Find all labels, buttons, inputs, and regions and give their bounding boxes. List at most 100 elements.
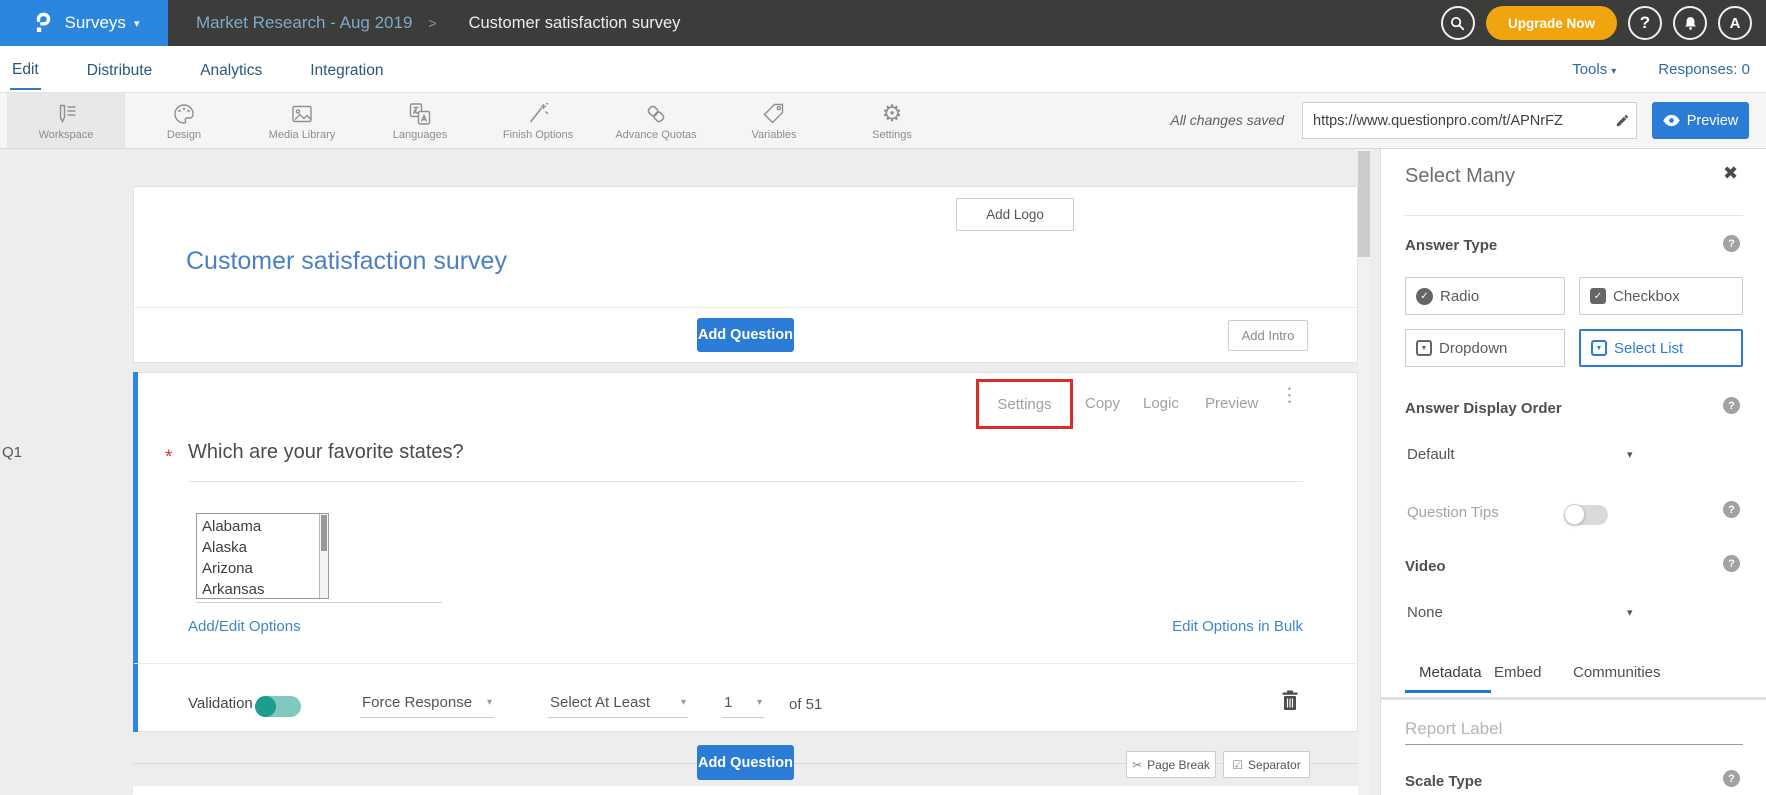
toolbar-items: Workspace Design Media Library	[7, 93, 951, 148]
list-scrollbar-thumb[interactable]	[321, 515, 327, 551]
help-icon[interactable]: ?	[1723, 397, 1740, 414]
panel-tab-metadata[interactable]: Metadata	[1419, 664, 1482, 681]
page-break-button[interactable]: ✂ Page Break	[1126, 751, 1216, 778]
upgrade-now-button[interactable]: Upgrade Now	[1486, 6, 1617, 40]
answer-type-checkbox[interactable]: ✓ Checkbox	[1579, 277, 1743, 315]
edit-url-button[interactable]	[1608, 113, 1636, 128]
add-question-button-top[interactable]: Add Question	[697, 318, 794, 352]
question-tips-toggle[interactable]	[1564, 505, 1608, 525]
chevron-down-icon: ▾	[134, 17, 140, 30]
help-icon[interactable]: ?	[1723, 555, 1740, 572]
list-item[interactable]: Alaska	[202, 537, 328, 558]
question-settings-action[interactable]: Settings	[997, 396, 1051, 413]
answer-type-dropdown[interactable]: ▼ Dropdown	[1405, 329, 1565, 367]
survey-title[interactable]: Customer satisfaction survey	[186, 247, 507, 276]
checkbox-icon: ☑	[1232, 758, 1243, 772]
toolbar-design[interactable]: Design	[125, 93, 243, 148]
chevron-down-icon[interactable]: ▾	[1627, 448, 1633, 461]
toolbar-variables[interactable]: Variables	[715, 93, 833, 148]
toolbar-advance-quotas[interactable]: Advance Quotas	[597, 93, 715, 148]
add-logo-button[interactable]: Add Logo	[956, 198, 1074, 231]
close-icon[interactable]: ✖	[1723, 163, 1738, 184]
answer-select-list[interactable]: Alabama Alaska Arizona Arkansas	[196, 513, 329, 599]
add-intro-button[interactable]: Add Intro	[1228, 320, 1308, 351]
display-order-select[interactable]: Default	[1407, 446, 1455, 463]
search-button[interactable]	[1441, 6, 1475, 40]
main-scrollbar-thumb[interactable]	[1358, 151, 1370, 257]
panel-tab-embed[interactable]: Embed	[1494, 664, 1542, 681]
tab-edit[interactable]: Edit	[10, 48, 41, 90]
tab-analytics[interactable]: Analytics	[198, 49, 264, 89]
required-marker: *	[165, 447, 172, 469]
answer-type-label-text: Radio	[1440, 288, 1479, 305]
toolbar-label: Media Library	[269, 129, 336, 141]
responses-count[interactable]: Responses: 0	[1658, 61, 1750, 78]
validation-toggle[interactable]	[255, 696, 301, 717]
preview-label: Preview	[1687, 113, 1739, 129]
validation-rule-dropdown[interactable]: Force Response ▾	[360, 694, 494, 718]
help-button[interactable]: ?	[1628, 6, 1662, 40]
palette-icon	[171, 101, 197, 127]
answer-type-radio[interactable]: ✓ Radio	[1405, 277, 1565, 315]
kebab-menu-icon[interactable]: ⋮	[1280, 386, 1299, 405]
question-copy-action[interactable]: Copy	[1085, 395, 1120, 412]
toolbar-workspace[interactable]: Workspace	[7, 93, 125, 148]
survey-url-box	[1302, 102, 1637, 139]
toolbar-media-library[interactable]: Media Library	[243, 93, 361, 148]
breadcrumb-separator: >	[428, 15, 436, 31]
toolbar-label: Advance Quotas	[615, 129, 696, 141]
panel-tab-communities[interactable]: Communities	[1573, 664, 1661, 681]
help-icon[interactable]: ?	[1723, 770, 1740, 787]
tag-icon	[761, 101, 787, 127]
list-scrollbar[interactable]	[319, 514, 328, 598]
tab-integration[interactable]: Integration	[308, 49, 385, 89]
help-icon[interactable]: ?	[1723, 501, 1740, 518]
toggle-knob	[1564, 504, 1585, 525]
account-avatar[interactable]: A	[1718, 6, 1752, 40]
validation-count-value: 1	[724, 694, 732, 711]
dropdown-box-icon: ▼	[1416, 340, 1432, 356]
workspace-icon	[53, 101, 79, 127]
report-label-input[interactable]	[1405, 713, 1743, 745]
chevron-down-icon[interactable]: ▾	[1627, 606, 1633, 619]
help-icon[interactable]: ?	[1723, 235, 1740, 252]
tools-menu[interactable]: Tools▾	[1572, 61, 1616, 78]
validation-count-dropdown[interactable]: 1 ▾	[722, 694, 764, 718]
preview-button[interactable]: Preview	[1652, 102, 1749, 139]
magic-wand-icon	[525, 101, 551, 127]
video-select[interactable]: None	[1407, 604, 1443, 621]
question-logic-action[interactable]: Logic	[1143, 395, 1179, 412]
toolbar-languages[interactable]: Languages	[361, 93, 479, 148]
pencil-icon	[1615, 113, 1630, 128]
edit-options-bulk-link[interactable]: Edit Options in Bulk	[1172, 618, 1303, 635]
tab-distribute[interactable]: Distribute	[85, 49, 154, 89]
breadcrumb-folder[interactable]: Market Research - Aug 2019	[196, 13, 412, 33]
question-card: Settings Copy Logic Preview ⋮ * Which ar…	[133, 372, 1358, 732]
validation-condition-dropdown[interactable]: Select At Least ▾	[548, 694, 688, 718]
breadcrumb: Market Research - Aug 2019 > Customer sa…	[196, 0, 680, 46]
question-tips-label: Question Tips	[1407, 504, 1499, 521]
separator-button[interactable]: ☑ Separator	[1223, 751, 1310, 778]
survey-header-card: Add Logo Customer satisfaction survey Ad…	[133, 186, 1358, 363]
answer-type-label-text: Checkbox	[1613, 288, 1680, 305]
add-question-button-bottom[interactable]: Add Question	[697, 745, 794, 780]
next-card-edge	[133, 786, 1358, 795]
validation-of-total: of 51	[789, 696, 822, 713]
list-item[interactable]: Alabama	[202, 516, 328, 537]
list-item[interactable]: Arizona	[202, 558, 328, 579]
answer-options: Alabama Alaska Arizona Arkansas	[197, 514, 328, 599]
notifications-button[interactable]	[1673, 6, 1707, 40]
survey-url-input[interactable]	[1303, 113, 1608, 129]
toolbar-finish-options[interactable]: Finish Options	[479, 93, 597, 148]
chain-links-icon	[643, 101, 669, 127]
surveys-menu[interactable]: Surveys ▾	[0, 0, 168, 46]
answer-type-select-list[interactable]: ▼ Select List	[1579, 329, 1743, 367]
answer-type-label-text: Select List	[1614, 340, 1683, 357]
list-item[interactable]: Arkansas	[202, 579, 328, 599]
video-label: Video	[1405, 558, 1446, 575]
delete-question-button[interactable]	[1280, 689, 1300, 716]
question-preview-action[interactable]: Preview	[1205, 395, 1258, 412]
question-text[interactable]: Which are your favorite states?	[188, 441, 464, 464]
add-edit-options-link[interactable]: Add/Edit Options	[188, 618, 301, 635]
toolbar-settings[interactable]: ⚙ Settings	[833, 93, 951, 148]
